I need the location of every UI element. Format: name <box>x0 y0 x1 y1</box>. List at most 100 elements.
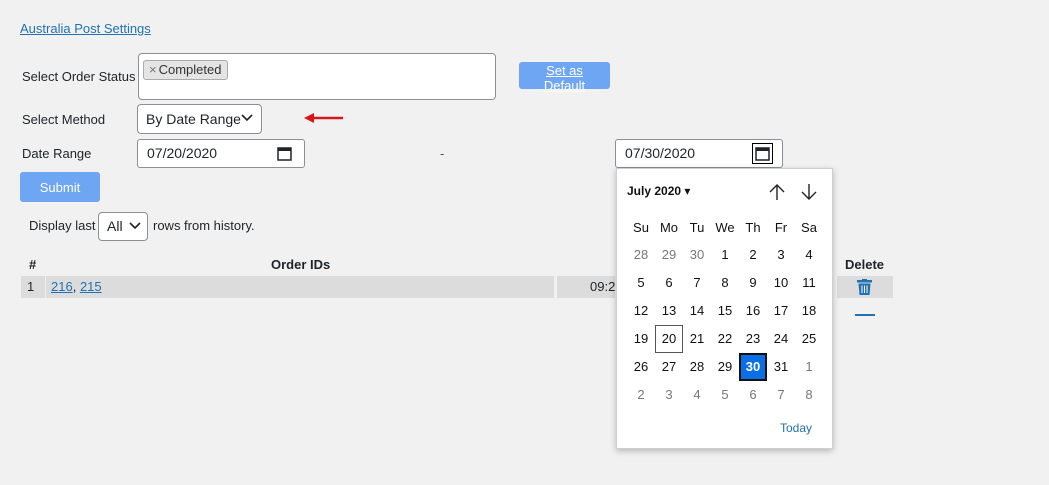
calendar-day[interactable]: 7 <box>683 269 711 297</box>
weekday-header-row: Su Mo Tu We Th Fr Sa <box>627 217 823 239</box>
delete-underline <box>855 314 875 316</box>
calendar-day[interactable]: 18 <box>795 297 823 325</box>
order-link[interactable]: 215 <box>80 279 102 294</box>
calendar-day[interactable]: 29 <box>711 353 739 381</box>
calendar-day[interactable]: 9 <box>739 269 767 297</box>
today-button[interactable]: Today <box>780 421 812 435</box>
calendar-day[interactable]: 24 <box>767 325 795 353</box>
calendar-week: 19 20 21 22 23 24 25 <box>627 325 823 353</box>
calendar-day[interactable]: 5 <box>627 269 655 297</box>
month-year-dropdown[interactable]: July 2020 ▾ <box>627 184 690 198</box>
calendar-day[interactable]: 30 <box>683 241 711 269</box>
australia-post-settings-link[interactable]: Australia Post Settings <box>20 21 151 36</box>
weekday-label: Th <box>745 220 761 235</box>
calendar-day[interactable]: 19 <box>627 325 655 353</box>
calendar-day[interactable]: 13 <box>655 297 683 325</box>
calendar-day[interactable]: 6 <box>655 269 683 297</box>
weekday-label: Fr <box>774 220 788 235</box>
calendar-day[interactable]: 4 <box>795 241 823 269</box>
calendar-day-range-start[interactable]: 20 <box>655 325 683 353</box>
calendar-day[interactable]: 3 <box>767 241 795 269</box>
column-header-delete: Delete <box>845 257 885 272</box>
date-to-value: 07/30/2020 <box>625 145 696 161</box>
calendar-day[interactable]: 2 <box>739 241 767 269</box>
column-header-number: # <box>29 257 37 272</box>
weekday-label: Tu <box>689 220 705 235</box>
red-arrow-icon <box>304 113 343 123</box>
calendar-day[interactable]: 14 <box>683 297 711 325</box>
trash-icon[interactable] <box>857 279 872 295</box>
month-year-label: July 2020 <box>627 184 682 198</box>
weekday-label: Su <box>633 220 649 235</box>
range-separator: - <box>440 146 445 161</box>
date-range-label: Date Range <box>22 146 92 161</box>
time-cell: 09:2 <box>590 279 616 294</box>
calendar-day[interactable]: 21 <box>683 325 711 353</box>
calendar-day[interactable]: 8 <box>711 269 739 297</box>
calendar-day[interactable]: 10 <box>767 269 795 297</box>
calendar-icon[interactable] <box>752 143 773 164</box>
calendar-day[interactable]: 7 <box>767 381 795 409</box>
calendar-icon[interactable] <box>277 146 292 161</box>
calendar-week: 2 3 4 5 6 7 8 <box>627 381 823 409</box>
calendar-day[interactable]: 27 <box>655 353 683 381</box>
calendar-day[interactable]: 15 <box>711 297 739 325</box>
table-cell-bg <box>46 276 554 298</box>
calendar-day[interactable]: 22 <box>711 325 739 353</box>
calendar-day[interactable]: 12 <box>627 297 655 325</box>
calendar-week: 5 6 7 8 9 10 11 <box>627 269 823 297</box>
date-from-value: 07/20/2020 <box>147 145 218 161</box>
calendar-day[interactable]: 8 <box>795 381 823 409</box>
weekday-label: We <box>715 220 735 235</box>
calendar-day[interactable]: 3 <box>655 381 683 409</box>
order-status-multiselect[interactable]: × Completed <box>138 53 496 100</box>
calendar-day[interactable]: 28 <box>683 353 711 381</box>
previous-month-arrow-icon[interactable] <box>768 183 786 201</box>
calendar-day[interactable]: 2 <box>627 381 655 409</box>
status-chip-completed: × Completed <box>143 60 229 80</box>
calendar-day[interactable]: 11 <box>795 269 823 297</box>
calendar-day[interactable]: 17 <box>767 297 795 325</box>
calendar-day[interactable]: 26 <box>627 353 655 381</box>
order-link[interactable]: 216 <box>51 279 73 294</box>
calendar-day[interactable]: 25 <box>795 325 823 353</box>
calendar-day[interactable]: 1 <box>795 353 823 381</box>
order-ids-cell: 216, 215 <box>51 279 102 294</box>
chevron-down-icon <box>241 114 253 122</box>
calendar-week: 28 29 30 1 2 3 4 <box>627 241 823 269</box>
caret-down-icon: ▾ <box>684 184 691 198</box>
method-select[interactable]: By Date Range <box>137 104 262 134</box>
calendar-day[interactable]: 4 <box>683 381 711 409</box>
order-status-label: Select Order Status <box>22 69 136 84</box>
weekday-label: Mo <box>659 220 679 235</box>
method-select-value: By Date Range <box>146 111 241 127</box>
chip-label: Completed <box>158 62 222 77</box>
next-month-arrow-icon[interactable] <box>800 183 818 201</box>
date-to-input[interactable]: 07/30/2020 <box>615 139 783 168</box>
display-last-label: Display last <box>29 218 96 233</box>
rows-from-history-label: rows from history. <box>153 218 255 233</box>
set-as-default-button[interactable]: Set as Default <box>519 62 610 93</box>
chevron-down-icon <box>129 222 141 230</box>
calendar-day[interactable]: 16 <box>739 297 767 325</box>
rows-count-select[interactable]: All <box>98 212 148 241</box>
select-method-label: Select Method <box>22 112 106 127</box>
calendar-day-selected[interactable]: 30 <box>739 353 767 381</box>
date-from-input[interactable]: 07/20/2020 <box>137 139 305 168</box>
calendar-day[interactable]: 1 <box>711 241 739 269</box>
calendar-day[interactable]: 31 <box>767 353 795 381</box>
chip-remove-icon[interactable]: × <box>149 62 157 77</box>
calendar-day[interactable]: 23 <box>739 325 767 353</box>
rows-count-value: All <box>107 218 123 234</box>
calendar-day[interactable]: 28 <box>627 241 655 269</box>
calendar-day[interactable]: 29 <box>655 241 683 269</box>
row-number: 1 <box>27 279 35 294</box>
date-picker-popup: July 2020 ▾ Su Mo Tu We Th Fr Sa 28 29 3… <box>616 168 833 449</box>
calendar-week: 26 27 28 29 30 31 1 <box>627 353 823 381</box>
calendar-day[interactable]: 5 <box>711 381 739 409</box>
calendar-day[interactable]: 6 <box>739 381 767 409</box>
calendar-week: 12 13 14 15 16 17 18 <box>627 297 823 325</box>
column-header-order-ids: Order IDs <box>271 257 331 272</box>
calendar-grid: Su Mo Tu We Th Fr Sa 28 29 30 1 2 3 4 5 … <box>627 217 823 409</box>
submit-button[interactable]: Submit <box>20 172 100 202</box>
